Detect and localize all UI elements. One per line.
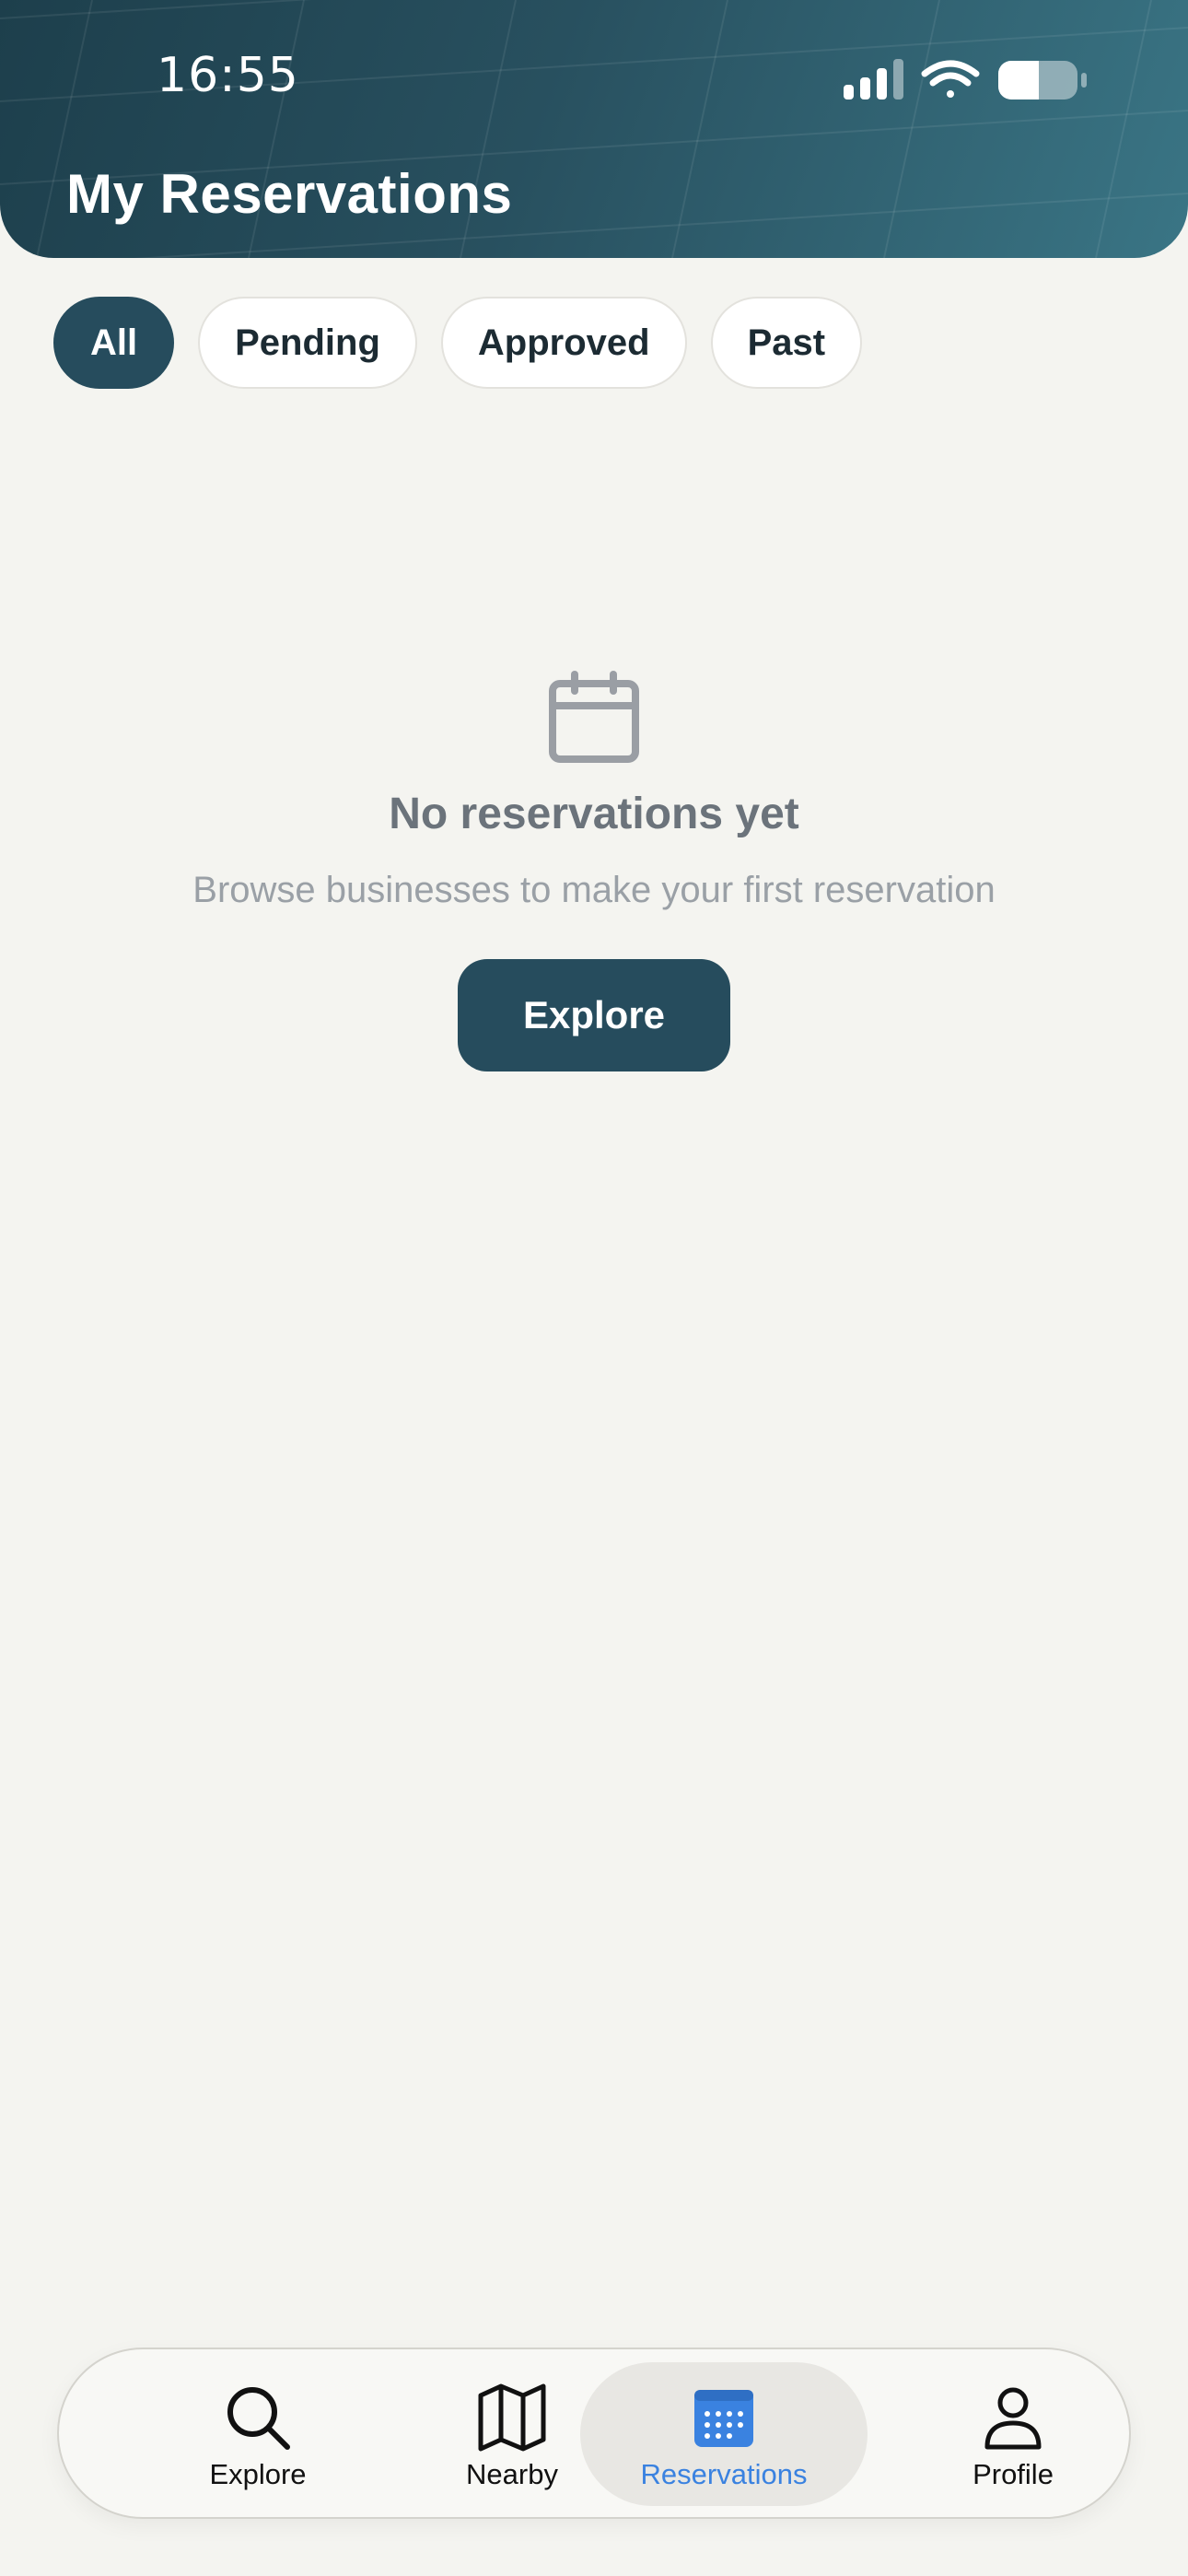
header: 16:55 My Reservations [0,0,1188,258]
tab-reservations[interactable]: Reservations [580,2362,868,2506]
battery-icon [998,61,1087,100]
calendar-icon [694,2390,753,2447]
tab-nearby-label: Nearby [466,2458,558,2490]
tab-explore-label: Explore [209,2458,307,2490]
map-icon [478,2383,546,2452]
cellular-signal-icon [844,59,903,100]
filter-chip-past[interactable]: Past [710,297,863,389]
tab-bar: Explore Nearby Reservations Profile [57,2348,1131,2519]
filter-chip-approved[interactable]: Approved [440,297,687,389]
person-icon [984,2387,1042,2450]
status-bar-icons [844,59,1087,100]
explore-button[interactable]: Explore [458,959,730,1071]
empty-state-subtitle: Browse businesses to make your first res… [192,870,996,910]
filter-chips: All Pending Approved Past [53,297,863,392]
filter-chip-pending[interactable]: Pending [198,297,417,389]
filter-chip-all[interactable]: All [53,297,175,389]
tab-reservations-label: Reservations [640,2458,808,2490]
wifi-icon [921,60,980,98]
search-icon [227,2387,290,2450]
tab-explore[interactable]: Explore [114,2362,402,2506]
empty-state-title: No reservations yet [389,790,799,838]
calendar-icon [549,671,639,763]
status-bar-time: 16:55 [157,48,299,103]
tab-profile-label: Profile [973,2458,1054,2490]
tab-profile[interactable]: Profile [869,2362,1157,2506]
page-title: My Reservations [66,163,513,225]
